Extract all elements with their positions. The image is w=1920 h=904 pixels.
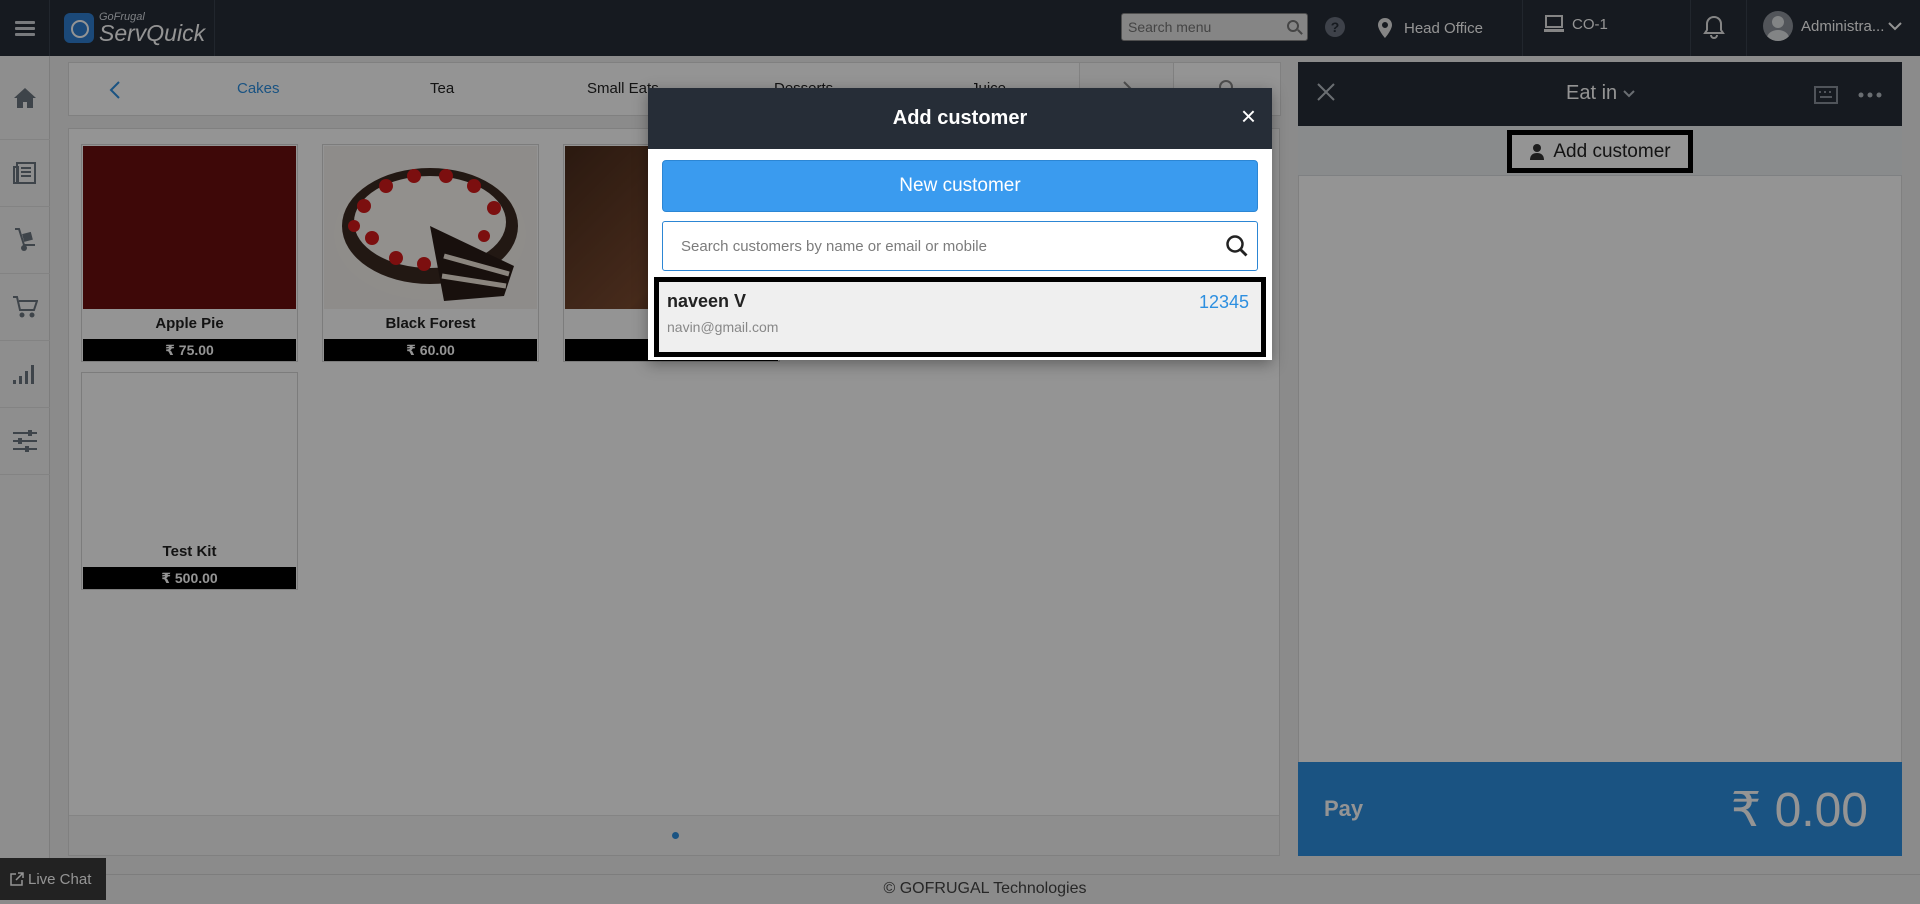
- close-icon[interactable]: ×: [1241, 88, 1256, 144]
- customer-search-box[interactable]: [662, 221, 1258, 271]
- customer-mobile: 12345: [1198, 292, 1249, 312]
- search-icon[interactable]: [1225, 234, 1249, 258]
- customer-result-item[interactable]: naveen V navin@gmail.com 12345: [654, 277, 1266, 357]
- dialog-title: Add customer: [892, 107, 1028, 129]
- customer-email: navin@gmail.com: [667, 319, 779, 335]
- customer-name: naveen V: [667, 291, 747, 311]
- add-customer-dialog: Add customer × New customer naveen V nav…: [648, 88, 1272, 360]
- customer-search-input[interactable]: [663, 222, 1203, 270]
- dialog-header: Add customer ×: [648, 88, 1272, 149]
- new-customer-button[interactable]: New customer: [662, 160, 1258, 212]
